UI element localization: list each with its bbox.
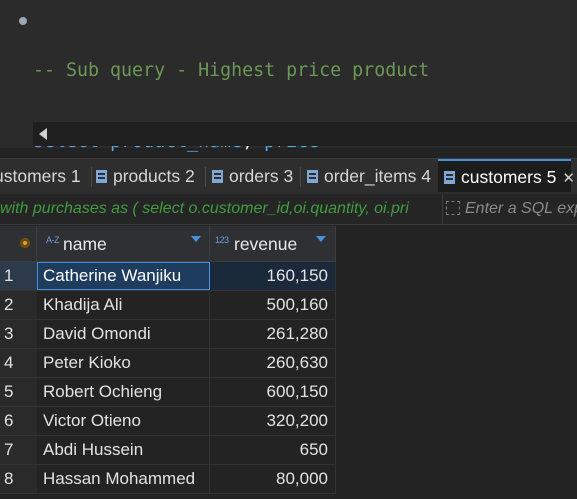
cell-name[interactable]: Hassan Mohammed (37, 465, 210, 493)
cell-name[interactable]: Catherine Wanjiku (37, 262, 210, 290)
table-row[interactable]: 7 Abdi Hussein 650 (0, 436, 336, 465)
sql-comment: -- Sub query - Highest price product (33, 60, 430, 81)
cell-revenue[interactable]: 80,000 (210, 465, 336, 493)
table-grid-icon (307, 170, 318, 183)
table-row[interactable]: 2 Khadija Ali 500,160 (0, 291, 336, 320)
sql-filter-input[interactable]: Enter a SQL exp (442, 194, 577, 224)
table-grid-icon (96, 170, 107, 183)
row-number[interactable]: 2 (0, 291, 37, 319)
result-tabs: ustomers 1 products 2 orders 3 order_ite… (0, 158, 577, 195)
filter-placeholder: Enter a SQL exp (465, 200, 577, 217)
cell-revenue[interactable]: 260,630 (210, 349, 336, 377)
tab-label: order_items 4 (324, 166, 431, 186)
cell-name[interactable]: David Omondi (37, 320, 210, 348)
tab-orders-3[interactable]: orders 3 (212, 159, 293, 194)
cell-name[interactable]: Robert Ochieng (37, 378, 210, 406)
cell-name[interactable]: Abdi Hussein (37, 436, 210, 464)
tab-divider (91, 167, 92, 187)
editor-horizontal-scrollbar[interactable] (33, 122, 577, 146)
table-row[interactable]: 1 Catherine Wanjiku 160,150 (0, 262, 336, 291)
column-header-revenue[interactable]: 123 revenue (210, 226, 336, 262)
cell-revenue[interactable]: 261,280 (210, 320, 336, 348)
tab-divider (300, 167, 301, 187)
table-grid-icon (444, 171, 455, 184)
sort-arrow-icon[interactable] (316, 236, 326, 242)
row-number[interactable]: 1 (0, 262, 37, 290)
scroll-left-arrow-icon[interactable] (39, 128, 47, 140)
table-row[interactable]: 3 David Omondi 261,280 (0, 320, 336, 349)
tab-divider (205, 167, 206, 187)
cell-name[interactable]: Khadija Ali (37, 291, 210, 319)
cell-revenue[interactable]: 600,150 (210, 378, 336, 406)
expand-icon[interactable] (446, 201, 460, 215)
column-label: revenue (234, 234, 298, 254)
cell-name[interactable]: Peter Kioko (37, 349, 210, 377)
table-grid-icon (212, 170, 223, 183)
tab-customers-5[interactable]: customers 5 ✕ (438, 159, 575, 192)
row-number[interactable]: 4 (0, 349, 37, 377)
tab-label: products 2 (113, 166, 195, 186)
filter-bar: with purchases as ( select o.customer_id… (0, 194, 577, 225)
fold-marker-icon[interactable] (19, 17, 27, 25)
cell-revenue[interactable]: 160,150 (210, 262, 336, 290)
row-number[interactable]: 6 (0, 407, 37, 435)
code-line-1: -- Sub query - Highest price product (33, 59, 561, 83)
tab-label: customers 5 (461, 167, 557, 187)
grid-corner[interactable] (0, 226, 37, 262)
tab-order-items-4[interactable]: order_items 4 (307, 159, 431, 194)
cell-revenue[interactable]: 320,200 (210, 407, 336, 435)
column-header-name[interactable]: A-Z name (37, 226, 210, 262)
tab-products-2[interactable]: products 2 (96, 159, 195, 194)
sql-editor[interactable]: -- Sub query - Highest price product sel… (0, 0, 577, 293)
close-icon[interactable]: ✕ (562, 170, 575, 187)
tab-label: orders 3 (229, 166, 294, 186)
cell-revenue[interactable]: 500,160 (210, 291, 336, 319)
tab-label: ustomers 1 (0, 166, 81, 186)
number-type-icon: 123 (215, 235, 229, 245)
row-number[interactable]: 5 (0, 378, 37, 406)
row-number[interactable]: 8 (0, 465, 37, 493)
row-selector-icon[interactable] (20, 238, 30, 248)
column-label: name (63, 234, 107, 254)
sort-arrow-icon[interactable] (191, 236, 201, 242)
cell-revenue[interactable]: 650 (210, 436, 336, 464)
row-number[interactable]: 7 (0, 436, 37, 464)
table-row[interactable]: 6 Victor Otieno 320,200 (0, 407, 336, 436)
table-row[interactable]: 4 Peter Kioko 260,630 (0, 349, 336, 378)
tab-customers-1[interactable]: ustomers 1 (0, 159, 81, 194)
table-row[interactable]: 8 Hassan Mohammed 80,000 (0, 465, 336, 494)
filter-query-text[interactable]: with purchases as ( select o.customer_id… (0, 194, 438, 224)
text-type-icon: A-Z (46, 235, 60, 245)
row-number[interactable]: 3 (0, 320, 37, 348)
cell-name[interactable]: Victor Otieno (37, 407, 210, 435)
results-grid[interactable]: A-Z name 123 revenue 1 Catherine Wanjiku 1… (0, 226, 577, 499)
table-row[interactable]: 5 Robert Ochieng 600,150 (0, 378, 336, 407)
